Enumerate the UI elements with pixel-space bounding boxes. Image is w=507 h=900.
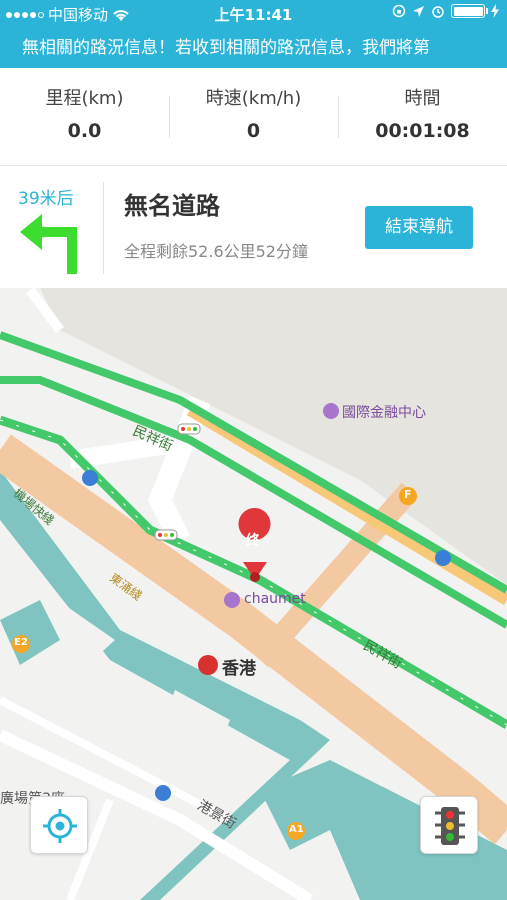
- trip-stats: 里程(km) 0.0 時速(km/h) 0 時間 00:01:08: [0, 68, 507, 166]
- bus-stop-icon-2: [435, 550, 451, 566]
- bus-stop-icon-3: [155, 785, 171, 801]
- stat-speed-value: 0: [246, 120, 261, 142]
- stat-distance-value: 0.0: [67, 120, 102, 142]
- signal-yellow-dot-2: [164, 533, 168, 537]
- stat-distance: 里程(km) 0.0: [0, 68, 169, 165]
- remaining-info: 全程剩餘52.6公里52分鐘: [124, 242, 308, 261]
- signal-red-dot-1: [181, 427, 185, 431]
- traffic-toggle-button[interactable]: [420, 796, 478, 854]
- road-name: 無名道路: [124, 192, 220, 220]
- navigation-panel: 39米后 無名道路 全程剩餘52.6公里52分鐘 結束導航: [0, 166, 507, 288]
- signal-green-dot-1: [193, 427, 197, 431]
- locate-button[interactable]: [30, 796, 88, 854]
- signal-green-dot-2: [170, 533, 174, 537]
- traffic-light-icon: [435, 807, 465, 845]
- alarm-icon: [432, 6, 444, 18]
- signal-red-dot-2: [158, 533, 162, 537]
- end-navigation-button[interactable]: 結束導航: [365, 206, 473, 249]
- rotation-lock-icon: [392, 4, 406, 18]
- battery-icon: [451, 4, 488, 18]
- signal-yellow-dot-1: [187, 427, 191, 431]
- status-right: [392, 4, 499, 18]
- turn-left-arrow-icon: [20, 214, 77, 274]
- chaumet-label: chaumet: [244, 591, 306, 607]
- stat-time-label: 時間: [404, 88, 441, 109]
- traffic-info-marquee: 無相關的路況信息！若收到相關的路況信息，我們將第: [0, 28, 507, 68]
- exit-f-text: F: [404, 488, 412, 501]
- map-view[interactable]: 國際金融中心 民祥街 民祥街 機場快綫 東涌綫 chaumet 香港 港景街 廣…: [0, 288, 507, 900]
- marquee-text: 無相關的路況信息！若收到相關的路況信息，我們將第: [22, 38, 430, 58]
- charging-icon: [491, 4, 499, 18]
- destination-pin-base: [250, 572, 260, 582]
- mtr-station-icon: [198, 655, 218, 675]
- nav-divider: [103, 182, 104, 274]
- hong-kong-station-label: 香港: [222, 659, 256, 679]
- exit-a1-text: A1: [289, 824, 304, 835]
- stat-time-value: 00:01:08: [375, 120, 470, 142]
- destination-pin-text: 终: [246, 533, 260, 549]
- status-bar: 中国移动 上午11:41: [0, 0, 507, 28]
- stat-speed: 時速(km/h) 0: [169, 68, 338, 165]
- stat-time: 時間 00:01:08: [338, 68, 507, 165]
- location-arrow-icon: [413, 5, 424, 17]
- stat-distance-label: 里程(km): [45, 88, 124, 109]
- chaumet-poi-icon: [224, 592, 240, 608]
- stat-speed-label: 時速(km/h): [205, 88, 302, 109]
- minor-road-3: [147, 395, 211, 545]
- ifc-poi-icon: [323, 403, 339, 419]
- bus-stop-icon-1: [82, 470, 98, 486]
- exit-e2-text: E2: [14, 637, 28, 648]
- turn-distance: 39米后: [18, 189, 74, 209]
- main-road-cross: [251, 482, 419, 668]
- ifc-label: 國際金融中心: [342, 405, 426, 421]
- locate-icon: [43, 809, 77, 843]
